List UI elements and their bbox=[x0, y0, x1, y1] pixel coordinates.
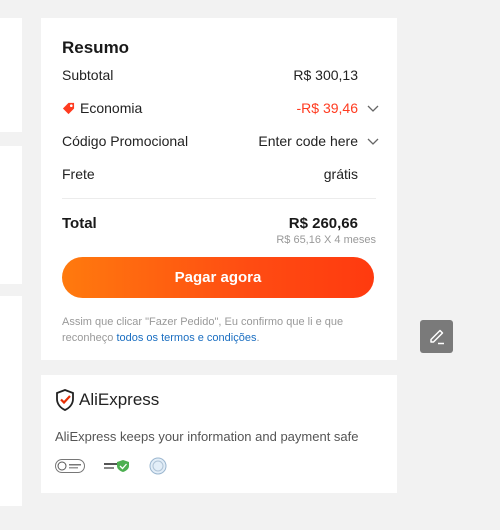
total-label: Total bbox=[62, 215, 97, 232]
certification-seal-icon bbox=[149, 457, 167, 475]
legal-notice: Assim que clicar "Fazer Pedido", Eu conf… bbox=[62, 316, 344, 344]
economia-value: -R$ 39,46 bbox=[296, 100, 358, 116]
promo-code-input[interactable]: Enter code here bbox=[258, 133, 358, 149]
discount-tag-icon bbox=[62, 102, 75, 114]
shipping-label: Frete bbox=[62, 166, 95, 182]
brand-name: AliExpress bbox=[79, 390, 160, 409]
installments-text: R$ 65,16 X 4 meses bbox=[276, 234, 376, 246]
subtotal-value: R$ 300,13 bbox=[293, 67, 358, 83]
total-row: Total R$ 260,66 bbox=[62, 215, 379, 235]
divider bbox=[62, 198, 376, 199]
shipping-value: grátis bbox=[323, 166, 358, 182]
subtotal-row: Subtotal R$ 300,13 bbox=[62, 67, 379, 87]
security-message: AliExpress keeps your information and pa… bbox=[55, 429, 359, 444]
shield-check-icon bbox=[56, 389, 74, 411]
economia-label: Economia bbox=[80, 100, 143, 116]
chevron-down-icon[interactable] bbox=[367, 104, 379, 114]
total-value: R$ 260,66 bbox=[288, 215, 358, 232]
subtotal-label: Subtotal bbox=[62, 67, 114, 83]
economia-row[interactable]: Economia -R$ 39,46 bbox=[62, 100, 379, 120]
left-panel-card bbox=[0, 296, 22, 506]
edit-button[interactable] bbox=[420, 320, 453, 353]
pencil-icon bbox=[429, 329, 444, 344]
brand: AliExpress bbox=[55, 389, 159, 411]
summary-title: Resumo bbox=[62, 38, 130, 57]
promo-code-label: Código Promocional bbox=[62, 133, 189, 149]
secure-payment-badge-icon bbox=[103, 459, 131, 473]
security-badges bbox=[55, 457, 185, 475]
order-summary-card: Resumo Subtotal R$ 300,13 Economia -R$ 3… bbox=[41, 18, 397, 360]
security-badge-icon bbox=[55, 459, 85, 473]
left-panel-card bbox=[0, 146, 22, 284]
chevron-down-icon[interactable] bbox=[367, 137, 379, 147]
promo-code-row[interactable]: Código Promocional Enter code here bbox=[62, 133, 379, 153]
terms-link[interactable]: todos os termos e condições bbox=[116, 332, 256, 344]
pay-now-button[interactable]: Pagar agora bbox=[62, 257, 374, 298]
security-card: AliExpress AliExpress keeps your informa… bbox=[41, 375, 397, 493]
left-panel-card bbox=[0, 18, 22, 132]
shipping-row: Frete grátis bbox=[62, 166, 379, 186]
